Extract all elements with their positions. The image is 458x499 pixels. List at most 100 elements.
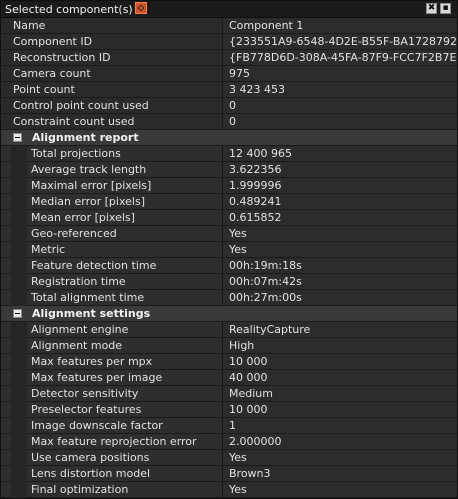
property-row[interactable]: Total alignment time 00h:27m:00s [1, 290, 457, 306]
property-name: Max feature reprojection error [1, 434, 223, 449]
property-value[interactable]: 3.622356 [223, 162, 457, 177]
property-row[interactable]: Geo-referenced Yes [1, 226, 457, 242]
close-glyph: ✖ [427, 3, 436, 13]
property-row[interactable]: Max features per image 40 000 [1, 370, 457, 386]
property-name: Geo-referenced [1, 226, 223, 241]
property-row[interactable]: Metric Yes [1, 242, 457, 258]
property-value[interactable]: 2.000000 [223, 434, 457, 449]
panel-title: Selected component(s) [5, 2, 147, 17]
property-name: Detector sensitivity [1, 386, 223, 401]
property-name: Name [1, 18, 223, 33]
property-row[interactable]: Image downscale factor 1 [1, 418, 457, 434]
property-name: Point count [1, 82, 223, 97]
property-row[interactable]: Constraint count used 0 [1, 114, 457, 130]
property-row[interactable]: Alignment mode High [1, 338, 457, 354]
property-name: Max features per mpx [1, 354, 223, 369]
property-value[interactable]: Component 1 [223, 18, 457, 33]
collapse-icon[interactable] [13, 309, 22, 318]
property-name: Final optimization [1, 482, 223, 497]
property-row[interactable]: Alignment engine RealityCapture [1, 322, 457, 338]
property-row[interactable]: Lens distortion model Brown3 [1, 466, 457, 482]
property-value[interactable]: High [223, 338, 457, 353]
property-row[interactable]: Median error [pixels] 0.489241 [1, 194, 457, 210]
property-row[interactable]: Mean error [pixels] 0.615852 [1, 210, 457, 226]
property-name: Average track length [1, 162, 223, 177]
property-row[interactable]: Max feature reprojection error 2.000000 [1, 434, 457, 450]
property-name: Registration time [1, 274, 223, 289]
panel-title-label: Selected component(s) [5, 3, 133, 16]
property-value[interactable]: Yes [223, 242, 457, 257]
property-row[interactable]: Max features per mpx 10 000 [1, 354, 457, 370]
collapse-icon[interactable] [13, 133, 22, 142]
property-value[interactable]: 00h:19m:18s [223, 258, 457, 273]
property-name: Camera count [1, 66, 223, 81]
property-name: Metric [1, 242, 223, 257]
property-row[interactable]: Control point count used 0 [1, 98, 457, 114]
property-row[interactable]: Point count 3 423 453 [1, 82, 457, 98]
property-value[interactable]: Yes [223, 482, 457, 497]
property-row[interactable]: Feature detection time 00h:19m:18s [1, 258, 457, 274]
property-value[interactable]: 3 423 453 [223, 82, 457, 97]
property-name: Max features per image [1, 370, 223, 385]
property-value[interactable]: Yes [223, 450, 457, 465]
property-row[interactable]: Maximal error [pixels] 1.999996 [1, 178, 457, 194]
property-value[interactable]: 975 [223, 66, 457, 81]
maximize-glyph: ▪ [442, 3, 449, 13]
panel-titlebar: Selected component(s) ✖ ▪ [1, 1, 457, 18]
property-name: Total alignment time [1, 290, 223, 305]
property-name: Control point count used [1, 98, 223, 113]
property-name: Image downscale factor [1, 418, 223, 433]
property-name: Maximal error [pixels] [1, 178, 223, 193]
property-row[interactable]: Camera count 975 [1, 66, 457, 82]
close-icon[interactable]: ✖ [426, 3, 437, 14]
property-name: Total projections [1, 146, 223, 161]
property-value[interactable]: 10 000 [223, 402, 457, 417]
property-row-name[interactable]: Name Component 1 [1, 18, 457, 34]
property-value[interactable]: 10 000 [223, 354, 457, 369]
property-row[interactable]: Total projections 12 400 965 [1, 146, 457, 162]
property-value[interactable]: {FB778D6D-308A-45FA-87F9-FCC7F2B7E7F0} [223, 50, 457, 65]
property-value[interactable]: {233551A9-6548-4D2E-B55F-BA1728792F75} [223, 34, 457, 49]
property-name: Component ID [1, 34, 223, 49]
property-name: Median error [pixels] [1, 194, 223, 209]
property-name: Lens distortion model [1, 466, 223, 481]
property-name: Use camera positions [1, 450, 223, 465]
property-value[interactable]: 0.615852 [223, 210, 457, 225]
property-value[interactable]: 0.489241 [223, 194, 457, 209]
section-label: Alignment report [32, 131, 139, 144]
property-row[interactable]: Component ID {233551A9-6548-4D2E-B55F-BA1… [1, 34, 457, 50]
property-name: Feature detection time [1, 258, 223, 273]
property-row[interactable]: Registration time 00h:07m:42s [1, 274, 457, 290]
property-name: Alignment mode [1, 338, 223, 353]
property-grid: Name Component 1 Component ID {233551A9-6… [1, 18, 457, 498]
property-value[interactable]: 0 [223, 114, 457, 129]
property-value[interactable]: 1.999996 [223, 178, 457, 193]
property-value[interactable]: 12 400 965 [223, 146, 457, 161]
selected-components-panel: Selected component(s) ✖ ▪ Name Component… [0, 0, 458, 499]
property-value[interactable]: 0 [223, 98, 457, 113]
section-alignment-settings[interactable]: Alignment settings [1, 306, 457, 322]
property-row[interactable]: Preselector features 10 000 [1, 402, 457, 418]
maximize-icon[interactable]: ▪ [440, 3, 451, 14]
pin-icon[interactable] [134, 2, 147, 14]
property-value[interactable]: Brown3 [223, 466, 457, 481]
property-value[interactable]: Yes [223, 226, 457, 241]
section-alignment-report[interactable]: Alignment report [1, 130, 457, 146]
property-name: Constraint count used [1, 114, 223, 129]
property-name: Preselector features [1, 402, 223, 417]
property-name: Alignment engine [1, 322, 223, 337]
property-row[interactable]: Use camera positions Yes [1, 450, 457, 466]
property-name: Reconstruction ID [1, 50, 223, 65]
property-name: Mean error [pixels] [1, 210, 223, 225]
section-label: Alignment settings [32, 307, 151, 320]
property-row[interactable]: Detector sensitivity Medium [1, 386, 457, 402]
property-value[interactable]: RealityCapture [223, 322, 457, 337]
property-row[interactable]: Final optimization Yes [1, 482, 457, 498]
property-row[interactable]: Reconstruction ID {FB778D6D-308A-45FA-87F… [1, 50, 457, 66]
property-row[interactable]: Average track length 3.622356 [1, 162, 457, 178]
property-value[interactable]: 00h:07m:42s [223, 274, 457, 289]
property-value[interactable]: 40 000 [223, 370, 457, 385]
property-value[interactable]: Medium [223, 386, 457, 401]
property-value[interactable]: 1 [223, 418, 457, 433]
property-value[interactable]: 00h:27m:00s [223, 290, 457, 305]
